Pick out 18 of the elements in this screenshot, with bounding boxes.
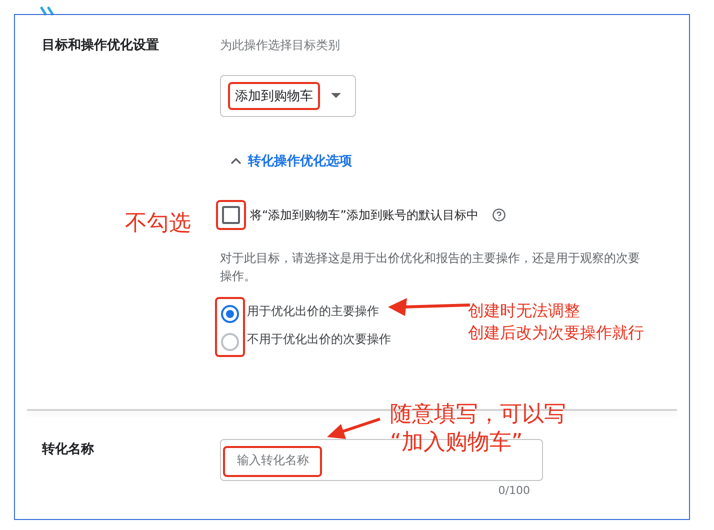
optimization-options-link[interactable]: 转化操作优化选项: [228, 151, 352, 171]
radio-label: 用于优化出价的主要操作: [247, 303, 380, 320]
radio-button[interactable]: [221, 305, 239, 323]
radio-button[interactable]: [221, 333, 239, 351]
checkbox[interactable]: [222, 206, 240, 224]
checkbox-label: 将“添加到购物车”添加到账号的默认目标中: [250, 206, 478, 224]
description-text: 对于此目标，请选择这是用于出价优化和报告的主要操作，还是用于观察的次要操作。: [220, 250, 641, 285]
character-counter: 0/100: [497, 484, 530, 497]
annotation-note: 不勾选: [125, 210, 191, 238]
dropdown-caret-icon: [331, 93, 341, 99]
section-label: 目标和操作优化设置: [42, 37, 159, 55]
goal-select[interactable]: 添加到购物车: [220, 75, 356, 117]
annotation-arrow: [327, 418, 380, 439]
section-hint: 为此操作选择目标类别: [220, 37, 340, 54]
radio-label: 不用于优化出价的次要操作: [247, 331, 391, 348]
field-label: 转化名称: [42, 441, 94, 459]
annotation-note: 创建时无法调整 创建后改为次要操作就行: [468, 300, 644, 344]
help-icon[interactable]: [492, 208, 506, 222]
